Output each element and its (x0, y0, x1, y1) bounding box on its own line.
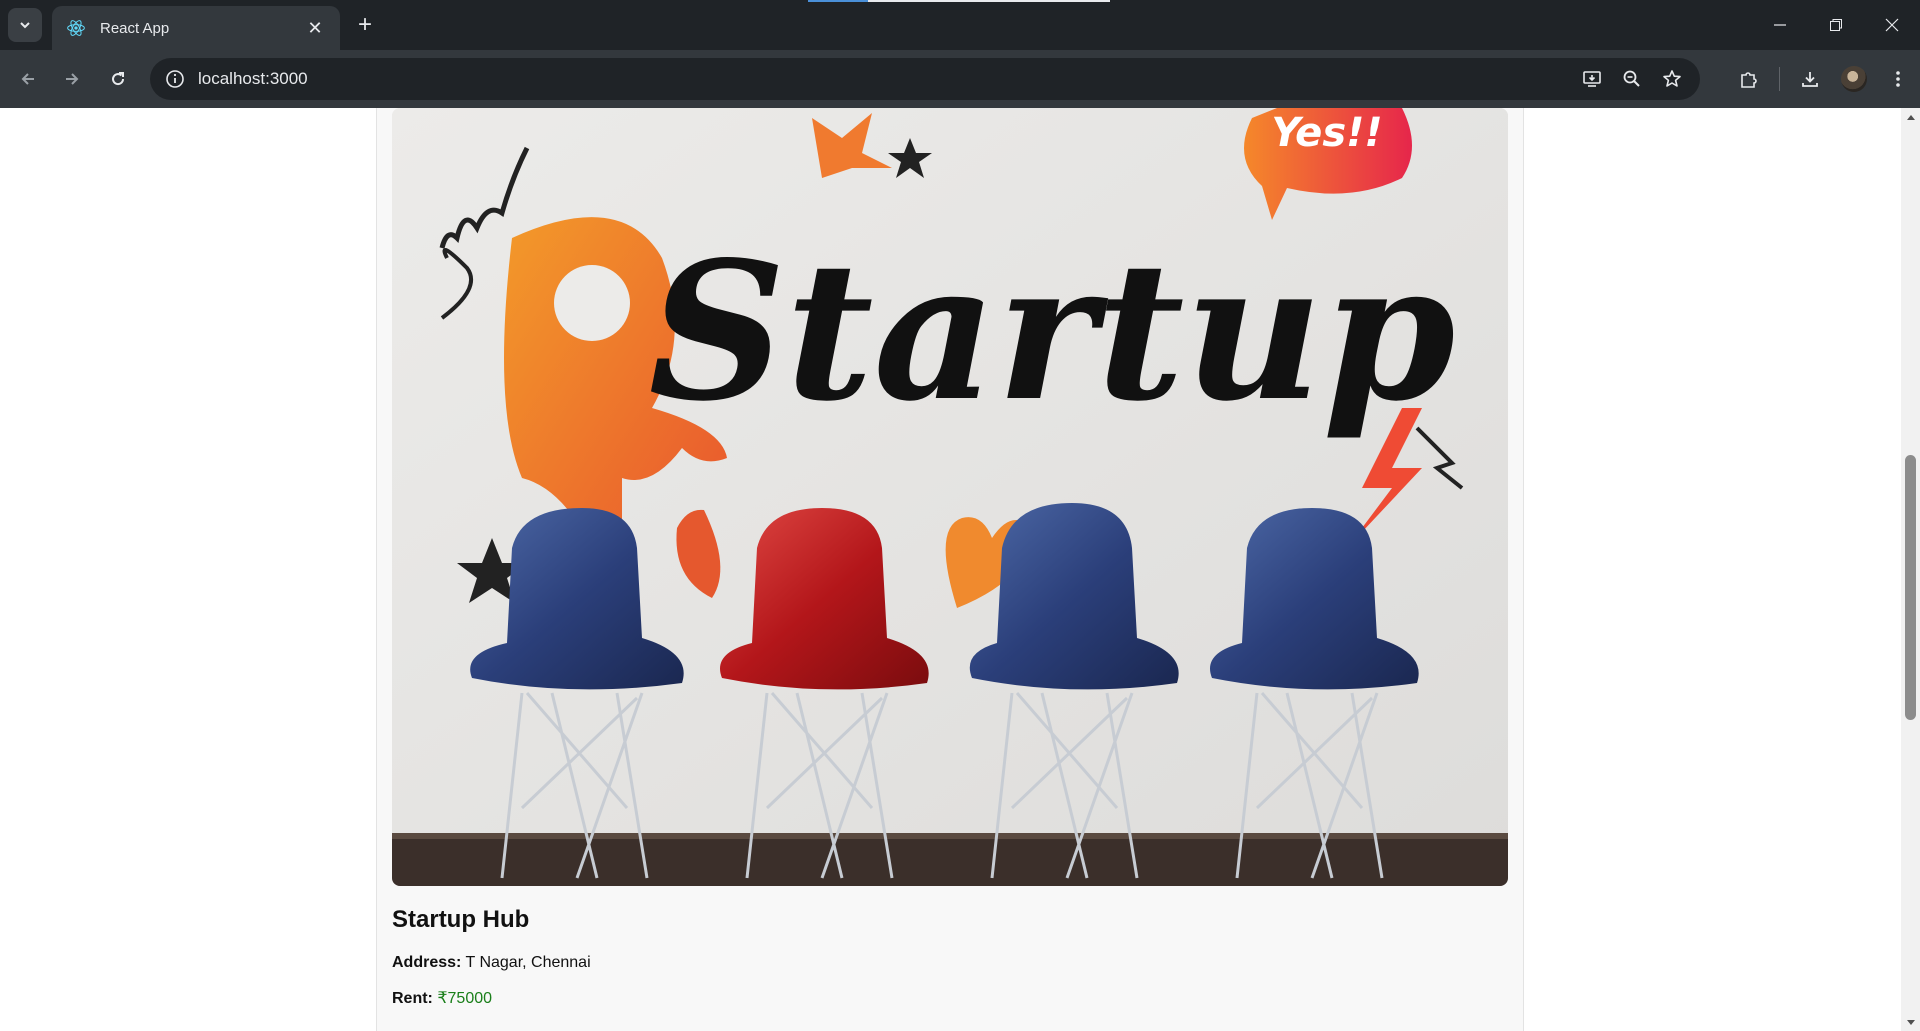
zoom-out-icon[interactable] (1612, 58, 1652, 100)
rent-label: Rent: (392, 990, 433, 1007)
minimize-icon[interactable] (1752, 0, 1808, 50)
close-icon[interactable]: ✕ (304, 18, 326, 39)
listing-card: Yes!! Startup Startup Hub Address: T Nag… (376, 108, 1524, 1031)
avatar (1841, 66, 1867, 92)
window-controls (1752, 0, 1920, 50)
install-app-icon[interactable] (1572, 58, 1612, 100)
image-headline: Startup (649, 220, 1456, 443)
address-bar-actions (1572, 58, 1692, 100)
rent-value: ₹75000 (437, 990, 493, 1007)
tab-react-app[interactable]: React App ✕ (52, 6, 340, 50)
startup-illustration: Yes!! Startup (392, 108, 1508, 886)
puzzle-icon[interactable] (1727, 58, 1771, 100)
scrollbar-thumb[interactable] (1905, 455, 1916, 720)
listing-image: Yes!! Startup (392, 108, 1508, 886)
listing-rent: Rent: ₹75000 (392, 988, 492, 1008)
profile-avatar[interactable] (1832, 58, 1876, 100)
page-scrollbar[interactable] (1901, 108, 1920, 1031)
listing-title: Startup Hub (392, 906, 530, 933)
close-window-icon[interactable] (1864, 0, 1920, 50)
toolbar-divider (1779, 67, 1780, 91)
star-icon[interactable] (1652, 58, 1692, 100)
browser-toolbar: localhost:3000 (0, 50, 1920, 108)
listing-address: Address: T Nagar, Chennai (392, 954, 591, 972)
scroll-up-icon[interactable] (1901, 108, 1920, 125)
tab-strip: React App ✕ + (0, 0, 1920, 50)
bubble-text: Yes!! (1271, 110, 1382, 156)
scroll-down-icon[interactable] (1901, 1014, 1920, 1031)
address-bar[interactable]: localhost:3000 (150, 58, 1700, 100)
toolbar-actions (1727, 58, 1920, 100)
page-viewport: Yes!! Startup Startup Hub Address: T Nag… (0, 108, 1901, 1031)
address-value: T Nagar, Chennai (465, 954, 591, 971)
tab-title: React App (100, 19, 170, 37)
plus-icon[interactable]: + (352, 12, 378, 38)
address-label: Address: (392, 954, 462, 971)
download-icon[interactable] (1788, 58, 1832, 100)
reload-icon[interactable] (102, 63, 134, 95)
chevron-down-icon (20, 22, 30, 29)
tab-search-button[interactable] (8, 8, 42, 42)
react-icon (67, 20, 85, 36)
more-vert-icon[interactable] (1876, 58, 1920, 100)
arrow-right-icon[interactable] (56, 63, 88, 95)
arrow-left-icon[interactable] (12, 63, 44, 95)
restore-icon[interactable] (1808, 0, 1864, 50)
loading-bar-accent (808, 0, 868, 2)
url-text[interactable]: localhost:3000 (198, 69, 308, 89)
info-icon[interactable] (154, 69, 196, 89)
